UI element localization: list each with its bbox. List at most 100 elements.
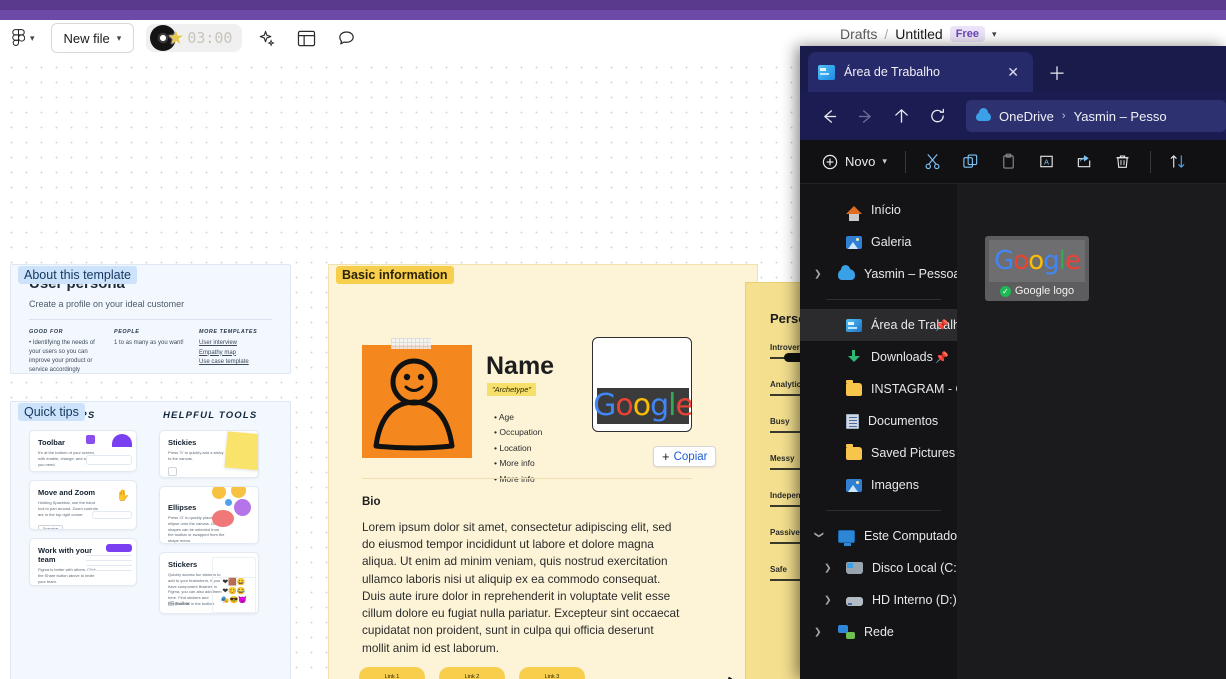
frame-basic-information[interactable]: Name "Archetype" Age Occupation Location… bbox=[328, 264, 758, 679]
sidebar-item-downloads[interactable]: Downloads 📌 bbox=[800, 341, 957, 373]
explorer-sidebar[interactable]: Início Galeria ❯ Yasmin – Pessoal Área d… bbox=[800, 184, 957, 679]
figma-menu-button[interactable]: ▾ bbox=[6, 25, 41, 51]
sidebar-item-saved-pictures[interactable]: Saved Pictures bbox=[800, 437, 957, 469]
refresh-button[interactable] bbox=[920, 101, 954, 131]
onedrive-cloud-icon bbox=[838, 264, 855, 280]
google-letter: e bbox=[675, 388, 692, 423]
address-next[interactable]: Yasmin – Pesso bbox=[1074, 109, 1167, 124]
frame-quick-tips[interactable]: QUICK TIPS HELPFUL TOOLS Toolbar It's at… bbox=[10, 401, 291, 679]
sidebar-item-label: Galeria bbox=[871, 235, 912, 249]
chevron-right-icon[interactable]: ❯ bbox=[814, 627, 824, 638]
tip-card-stickies[interactable]: Stickies Press 'S' to quickly add a stic… bbox=[159, 430, 259, 478]
back-button[interactable] bbox=[812, 101, 846, 131]
window-top-strip-dark bbox=[0, 0, 1226, 10]
delete-icon[interactable] bbox=[1104, 146, 1142, 178]
pin-icon[interactable]: 📌 bbox=[935, 351, 949, 364]
link-button[interactable]: Link 2 bbox=[439, 667, 505, 679]
tip-card-work-team[interactable]: Work with your team Figma is better with… bbox=[29, 538, 137, 586]
sidebar-item-inicio[interactable]: Início bbox=[800, 194, 957, 226]
tip-card-stickers[interactable]: Stickers Quickly access fun stickers to … bbox=[159, 552, 259, 614]
google-letter: o bbox=[1013, 246, 1029, 276]
frame-label-quick-tips[interactable]: Quick tips bbox=[18, 403, 85, 421]
sidebar-item-este-computador[interactable]: ❯ Este Computador bbox=[800, 520, 957, 552]
tip-card-move-zoom[interactable]: Move and Zoom Holding Spacebar, use the … bbox=[29, 480, 137, 530]
chevron-down-icon[interactable]: ▾ bbox=[992, 29, 997, 39]
copy-button[interactable]: + Copiar bbox=[653, 446, 717, 467]
close-icon[interactable]: ✕ bbox=[1003, 64, 1023, 81]
sidebar-item-disco-local-c[interactable]: ❯ Disco Local (C:) bbox=[800, 552, 957, 584]
forward-button[interactable] bbox=[848, 101, 882, 131]
documents-icon bbox=[846, 413, 859, 429]
sidebar-item-documentos[interactable]: Documentos bbox=[800, 405, 957, 437]
about-columns: GOOD FOR Identifying the needs of your u… bbox=[29, 329, 274, 375]
new-button-label: Novo bbox=[845, 154, 876, 169]
persona-illustration bbox=[362, 345, 472, 458]
template-link[interactable]: Empathy map bbox=[199, 349, 274, 359]
pin-icon[interactable]: 📌 bbox=[935, 319, 949, 332]
plan-badge[interactable]: Free bbox=[949, 26, 985, 42]
sidebar-item-rede[interactable]: ❯ Rede bbox=[800, 616, 957, 648]
attribute-item: More info bbox=[494, 472, 542, 487]
column-heading: PEOPLE bbox=[114, 329, 140, 335]
breadcrumb-project[interactable]: Drafts bbox=[840, 26, 877, 42]
explorer-titlebar: Área de Trabalho ✕ ＋ bbox=[800, 46, 1226, 92]
sidebar-item-label: INSTAGRAM - Criaç bbox=[871, 382, 957, 396]
persona-name: Name bbox=[486, 352, 555, 380]
divider bbox=[904, 150, 906, 173]
file-explorer-window[interactable]: Área de Trabalho ✕ ＋ OneDrive › Yasmin –… bbox=[800, 46, 1226, 679]
up-button[interactable] bbox=[884, 101, 918, 131]
chevron-right-icon[interactable]: ❯ bbox=[824, 563, 834, 574]
tip-card-toolbar[interactable]: Toolbar It's at the bottom of your scree… bbox=[29, 430, 137, 472]
breadcrumb-file[interactable]: Untitled bbox=[895, 26, 942, 42]
file-item[interactable]: Google ✓ Google logo bbox=[985, 236, 1089, 301]
layout-panel-icon[interactable] bbox=[290, 22, 322, 54]
frame-label-about[interactable]: About this template bbox=[18, 266, 138, 284]
sparkle-icon[interactable] bbox=[250, 22, 282, 54]
chevron-right-icon[interactable]: ❯ bbox=[824, 595, 834, 606]
new-file-button[interactable]: New file ▾ bbox=[50, 23, 135, 53]
link-button[interactable]: Link 3 bbox=[519, 667, 585, 679]
frame-label-basic-information[interactable]: Basic information bbox=[336, 266, 454, 284]
file-name: Google logo bbox=[1014, 285, 1075, 297]
sidebar-item-label: Downloads bbox=[871, 350, 933, 364]
chevron-right-icon[interactable]: ❯ bbox=[814, 269, 824, 280]
attribute-item: More info bbox=[494, 456, 542, 471]
chevron-down-icon[interactable]: ❯ bbox=[814, 531, 825, 541]
sort-icon[interactable] bbox=[1159, 146, 1197, 178]
cut-icon[interactable] bbox=[914, 146, 952, 178]
sidebar-item-hd-interno-d[interactable]: ❯ HD Interno (D:) bbox=[800, 584, 957, 616]
sidebar-item-label: Rede bbox=[864, 625, 894, 639]
sidebar-item-instagram[interactable]: INSTAGRAM - Criaç bbox=[800, 373, 957, 405]
tip-card-ellipses[interactable]: Ellipses Press 'O' to quickly place an e… bbox=[159, 486, 259, 544]
explorer-file-list[interactable]: Google ✓ Google logo bbox=[957, 184, 1226, 679]
chevron-down-icon: ▾ bbox=[882, 156, 887, 166]
pasted-image-frame[interactable]: Google bbox=[592, 337, 692, 432]
link-button[interactable]: Link 1 bbox=[359, 667, 425, 679]
copy-icon[interactable] bbox=[952, 146, 990, 178]
column-heading: GOOD FOR bbox=[29, 329, 64, 335]
address-bar[interactable]: OneDrive › Yasmin – Pesso bbox=[966, 100, 1226, 132]
tab-title: Área de Trabalho bbox=[844, 65, 940, 79]
folder-icon bbox=[846, 379, 862, 396]
svg-text:A: A bbox=[1044, 158, 1050, 167]
comment-icon[interactable] bbox=[330, 22, 362, 54]
google-letter: e bbox=[1064, 246, 1081, 276]
paste-icon[interactable] bbox=[990, 146, 1028, 178]
sidebar-item-galeria[interactable]: Galeria bbox=[800, 226, 957, 258]
sidebar-item-onedrive[interactable]: ❯ Yasmin – Pessoal bbox=[800, 258, 957, 290]
about-column: GOOD FOR Identifying the needs of your u… bbox=[29, 329, 104, 375]
rename-icon[interactable]: A bbox=[1028, 146, 1066, 178]
focus-timer[interactable]: ★ 03:00 bbox=[146, 24, 243, 52]
new-tab-icon[interactable]: ＋ bbox=[1048, 60, 1066, 86]
template-link[interactable]: User interview bbox=[199, 339, 274, 349]
explorer-command-bar: Novo ▾ A bbox=[800, 140, 1226, 184]
explorer-tab[interactable]: Área de Trabalho ✕ bbox=[808, 52, 1033, 92]
divider bbox=[362, 478, 692, 479]
address-root[interactable]: OneDrive bbox=[999, 109, 1054, 124]
sidebar-item-label: Imagens bbox=[871, 478, 919, 492]
new-button[interactable]: Novo ▾ bbox=[812, 147, 897, 177]
sidebar-item-area-de-trabalho[interactable]: Área de Trabalho 📌 bbox=[800, 309, 957, 341]
template-link[interactable]: Use case template bbox=[199, 358, 274, 368]
share-icon[interactable] bbox=[1066, 146, 1104, 178]
sidebar-item-imagens[interactable]: Imagens bbox=[800, 469, 957, 501]
